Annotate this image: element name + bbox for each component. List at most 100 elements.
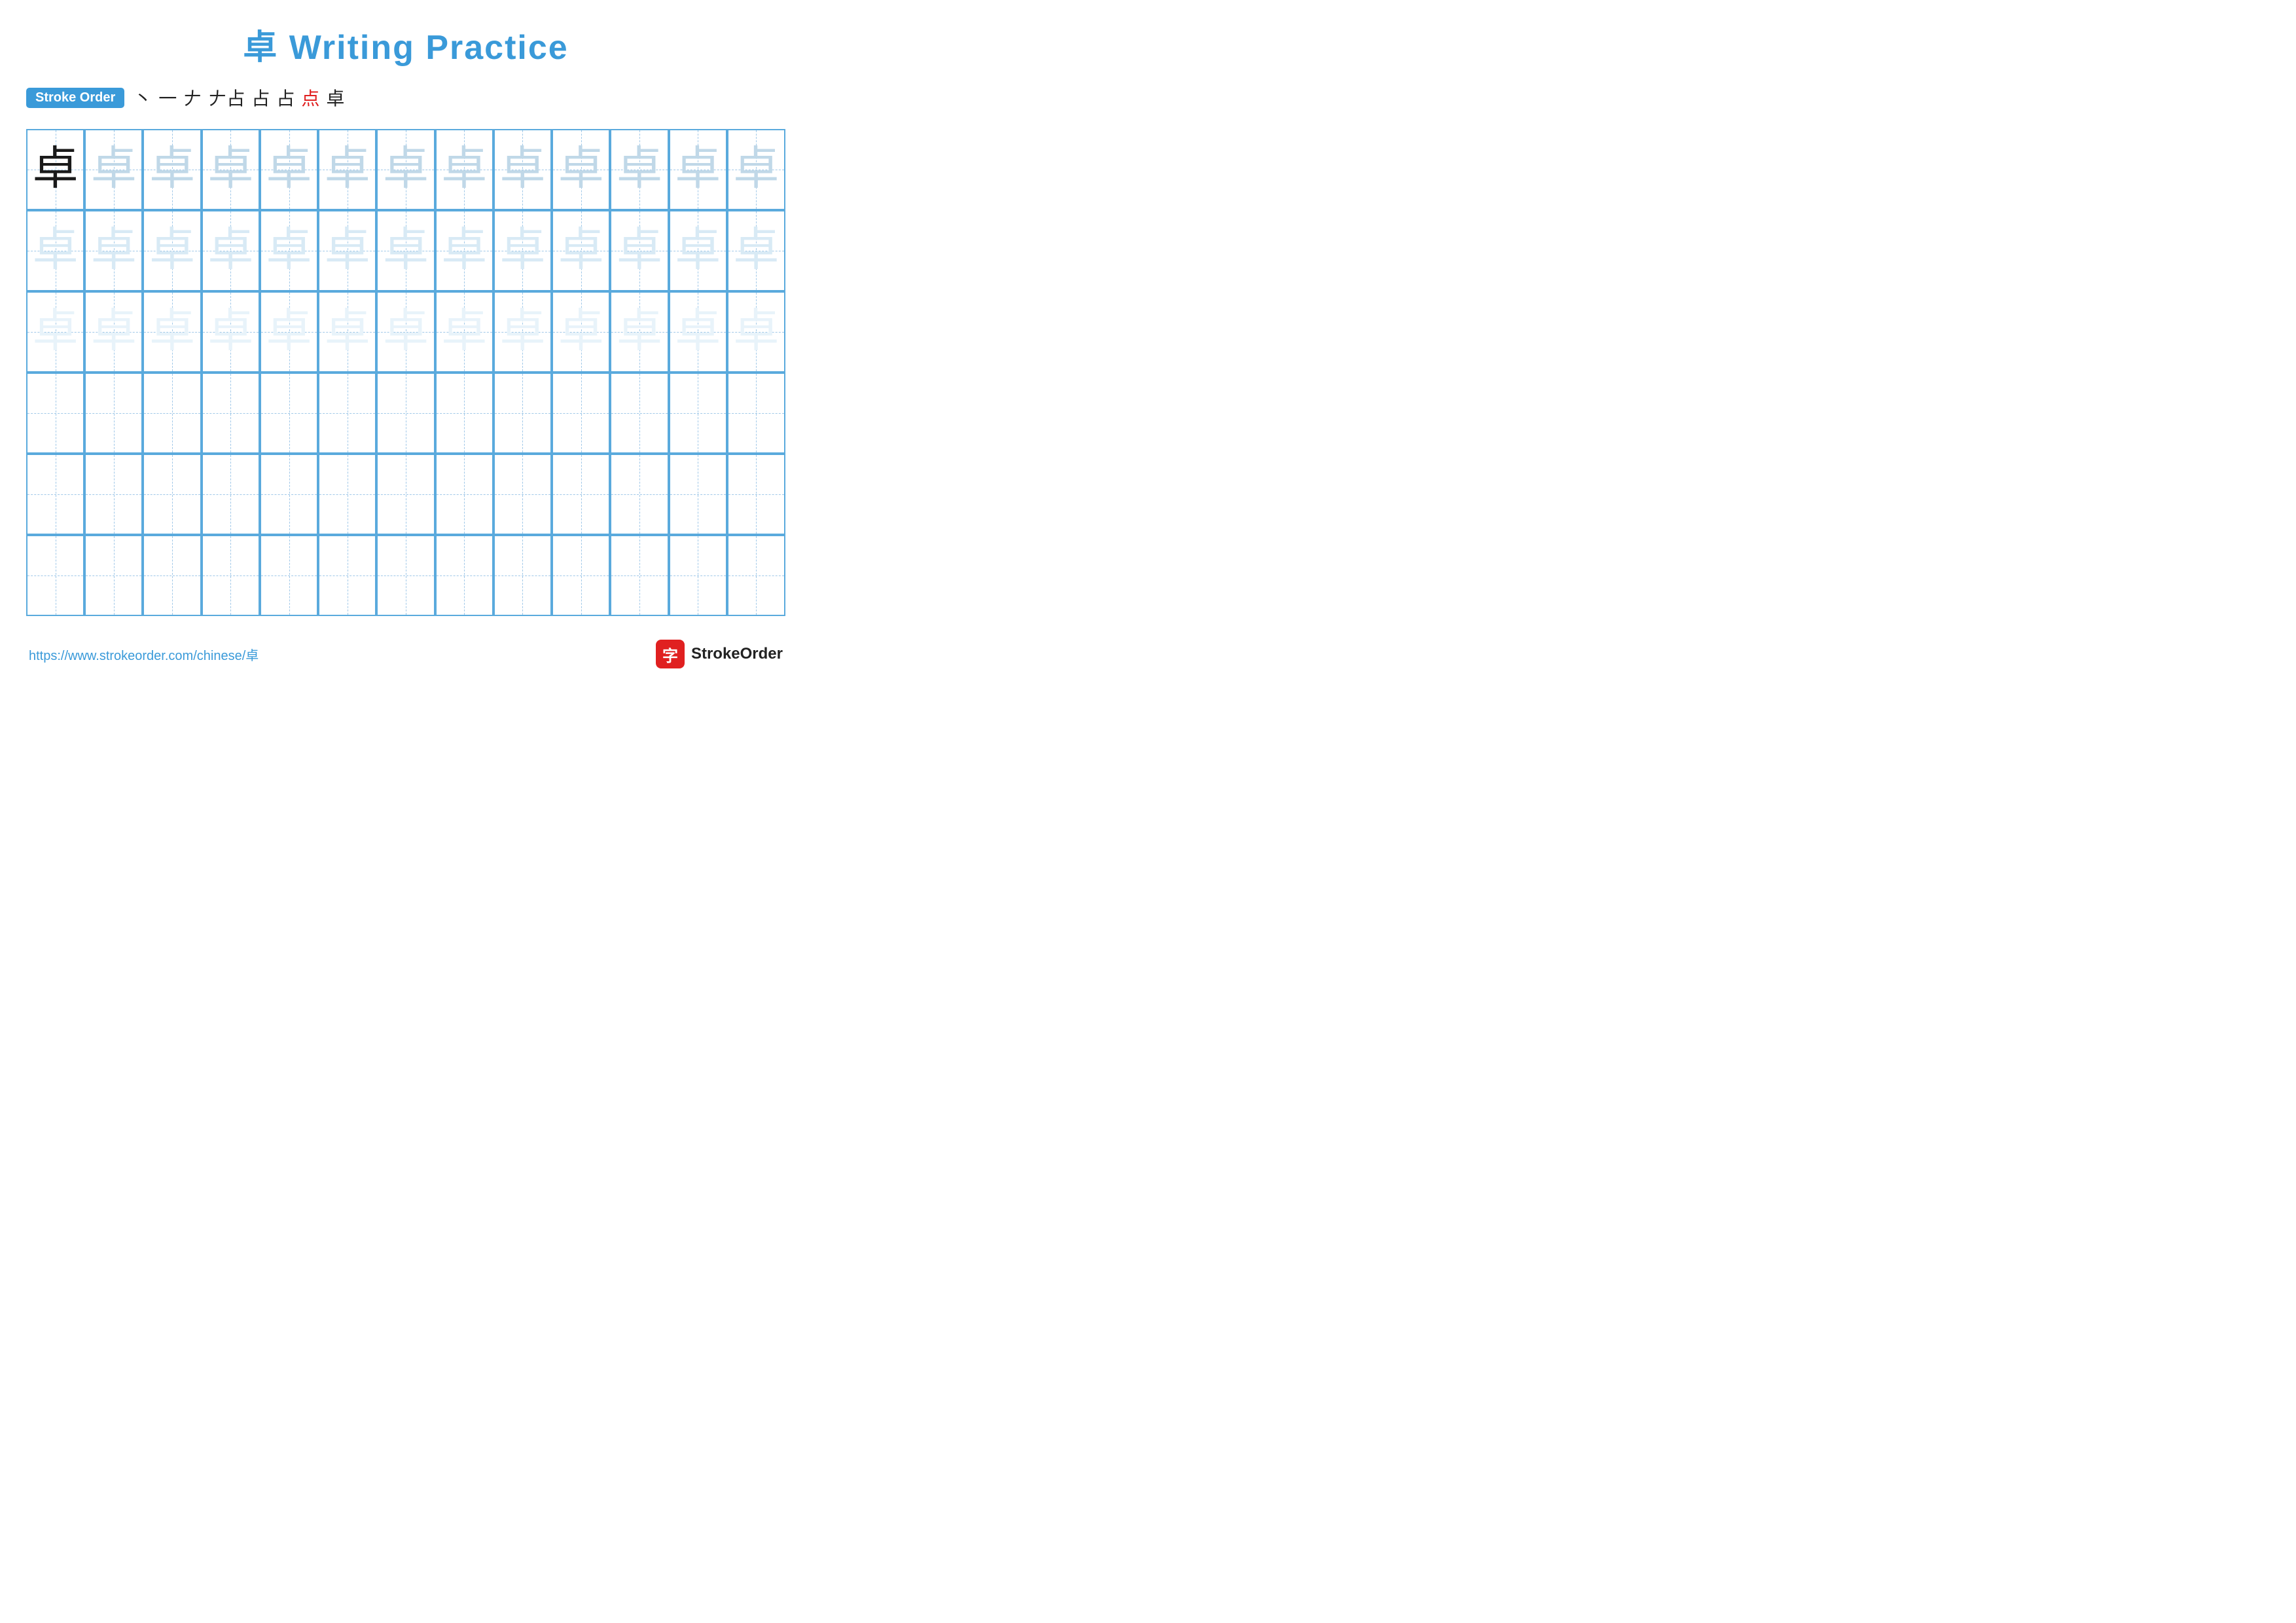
cell-3-5[interactable]: 卓 [260, 293, 318, 371]
char-display: 卓 [499, 309, 545, 355]
cell-2-12[interactable]: 卓 [669, 211, 727, 290]
grid-row-1: 卓 卓 卓 卓 卓 卓 卓 卓 卓 卓 卓 卓 [27, 130, 784, 210]
char-display: 卓 [383, 228, 429, 274]
cell-2-11[interactable]: 卓 [610, 211, 668, 290]
char-display: 卓 [91, 147, 137, 192]
cell-3-2[interactable]: 卓 [84, 293, 143, 371]
cell-4-4[interactable] [202, 374, 260, 452]
cell-1-13[interactable]: 卓 [727, 130, 784, 209]
char-display: 卓 [149, 309, 195, 355]
cell-2-1[interactable]: 卓 [27, 211, 84, 290]
cell-6-7[interactable] [376, 536, 435, 615]
cell-6-1[interactable] [27, 536, 84, 615]
cell-6-12[interactable] [669, 536, 727, 615]
cell-3-8[interactable]: 卓 [435, 293, 493, 371]
cell-1-3[interactable]: 卓 [143, 130, 201, 209]
cell-1-6[interactable]: 卓 [318, 130, 376, 209]
cell-6-9[interactable] [493, 536, 552, 615]
cell-6-10[interactable] [552, 536, 610, 615]
cell-6-2[interactable] [84, 536, 143, 615]
title-char: 卓 [243, 29, 278, 67]
cell-1-10[interactable]: 卓 [552, 130, 610, 209]
cell-3-12[interactable]: 卓 [669, 293, 727, 371]
cell-4-5[interactable] [260, 374, 318, 452]
cell-2-4[interactable]: 卓 [202, 211, 260, 290]
cell-5-10[interactable] [552, 455, 610, 534]
cell-2-10[interactable]: 卓 [552, 211, 610, 290]
cell-3-11[interactable]: 卓 [610, 293, 668, 371]
cell-4-1[interactable] [27, 374, 84, 452]
cell-4-3[interactable] [143, 374, 201, 452]
cell-2-5[interactable]: 卓 [260, 211, 318, 290]
cell-6-3[interactable] [143, 536, 201, 615]
char-display: 卓 [617, 309, 662, 355]
char-display: 卓 [91, 309, 137, 355]
cell-3-7[interactable]: 卓 [376, 293, 435, 371]
char-display: 卓 [33, 147, 79, 192]
footer-url[interactable]: https://www.strokeorder.com/chinese/卓 [29, 645, 259, 664]
cell-2-13[interactable]: 卓 [727, 211, 784, 290]
cell-6-13[interactable] [727, 536, 784, 615]
char-display: 卓 [383, 309, 429, 355]
cell-5-13[interactable] [727, 455, 784, 534]
char-display: 卓 [325, 147, 370, 192]
cell-5-8[interactable] [435, 455, 493, 534]
cell-3-10[interactable]: 卓 [552, 293, 610, 371]
cell-2-2[interactable]: 卓 [84, 211, 143, 290]
cell-6-11[interactable] [610, 536, 668, 615]
cell-1-7[interactable]: 卓 [376, 130, 435, 209]
cell-2-6[interactable]: 卓 [318, 211, 376, 290]
cell-5-7[interactable] [376, 455, 435, 534]
cell-4-13[interactable] [727, 374, 784, 452]
cell-1-1[interactable]: 卓 [27, 130, 84, 209]
cell-4-2[interactable] [84, 374, 143, 452]
cell-6-4[interactable] [202, 536, 260, 615]
cell-1-2[interactable]: 卓 [84, 130, 143, 209]
cell-4-12[interactable] [669, 374, 727, 452]
cell-1-9[interactable]: 卓 [493, 130, 552, 209]
char-display: 卓 [266, 309, 312, 355]
cell-2-8[interactable]: 卓 [435, 211, 493, 290]
cell-5-1[interactable] [27, 455, 84, 534]
cell-4-10[interactable] [552, 374, 610, 452]
char-display: 卓 [675, 309, 721, 355]
char-display: 卓 [207, 147, 253, 192]
cell-2-3[interactable]: 卓 [143, 211, 201, 290]
char-display: 卓 [91, 228, 137, 274]
cell-6-5[interactable] [260, 536, 318, 615]
stroke-3: 𠂇 [183, 84, 202, 111]
cell-4-6[interactable] [318, 374, 376, 452]
cell-5-9[interactable] [493, 455, 552, 534]
cell-6-6[interactable] [318, 536, 376, 615]
grid-row-2: 卓 卓 卓 卓 卓 卓 卓 卓 卓 卓 卓 卓 [27, 210, 784, 291]
cell-3-3[interactable]: 卓 [143, 293, 201, 371]
cell-4-9[interactable] [493, 374, 552, 452]
cell-2-7[interactable]: 卓 [376, 211, 435, 290]
cell-1-5[interactable]: 卓 [260, 130, 318, 209]
cell-3-1[interactable]: 卓 [27, 293, 84, 371]
cell-4-11[interactable] [610, 374, 668, 452]
cell-3-6[interactable]: 卓 [318, 293, 376, 371]
cell-5-3[interactable] [143, 455, 201, 534]
cell-1-8[interactable]: 卓 [435, 130, 493, 209]
cell-3-9[interactable]: 卓 [493, 293, 552, 371]
footer-logo-text: StrokeOrder [691, 645, 783, 663]
char-display: 卓 [558, 147, 604, 192]
cell-6-8[interactable] [435, 536, 493, 615]
cell-5-6[interactable] [318, 455, 376, 534]
cell-5-2[interactable] [84, 455, 143, 534]
char-display: 卓 [149, 147, 195, 192]
cell-1-4[interactable]: 卓 [202, 130, 260, 209]
cell-5-11[interactable] [610, 455, 668, 534]
cell-1-11[interactable]: 卓 [610, 130, 668, 209]
cell-5-12[interactable] [669, 455, 727, 534]
cell-3-4[interactable]: 卓 [202, 293, 260, 371]
cell-4-7[interactable] [376, 374, 435, 452]
char-display: 卓 [733, 228, 779, 274]
cell-5-4[interactable] [202, 455, 260, 534]
cell-1-12[interactable]: 卓 [669, 130, 727, 209]
cell-3-13[interactable]: 卓 [727, 293, 784, 371]
cell-5-5[interactable] [260, 455, 318, 534]
cell-2-9[interactable]: 卓 [493, 211, 552, 290]
cell-4-8[interactable] [435, 374, 493, 452]
